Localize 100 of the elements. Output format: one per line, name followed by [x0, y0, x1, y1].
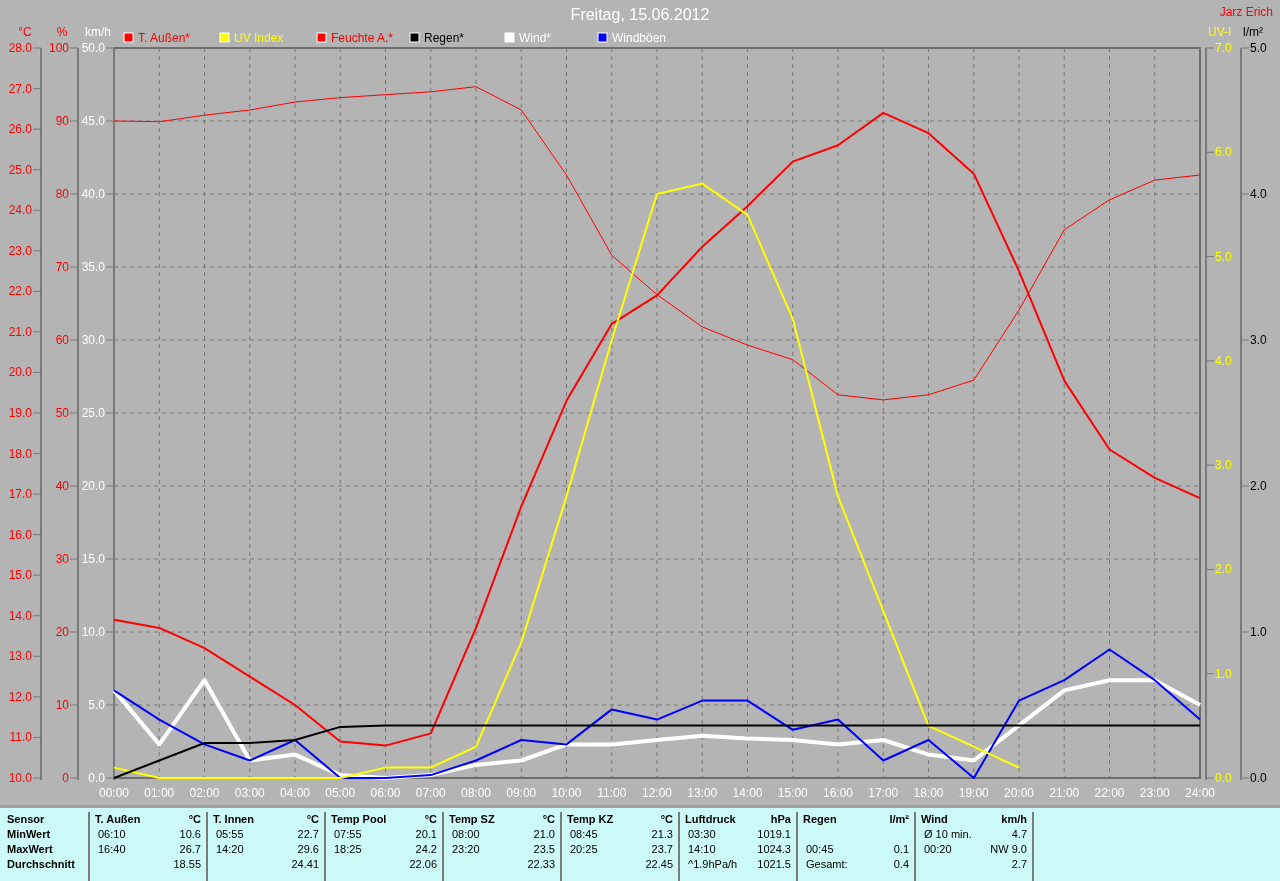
unit-label: °C	[188, 812, 201, 827]
row-label: Durchschnitt	[7, 857, 75, 872]
x-axis-label: 14:00	[732, 786, 763, 800]
row-label: MaxWert	[7, 842, 53, 857]
table-cell: 22.7	[297, 827, 319, 842]
table-cell: 18.55	[173, 857, 201, 872]
unit-label: °C	[306, 812, 319, 827]
axis-unit-label: km/h	[85, 25, 111, 39]
chart-title: Freitag, 15.06.2012	[570, 6, 710, 23]
unit-label: °C	[424, 812, 437, 827]
table-cell-text: 16:40	[97, 842, 126, 857]
axis-tick-label: 0.0	[1250, 771, 1267, 785]
axis-tick-label: 11.0	[9, 730, 32, 745]
axis-tick-label: 35.0	[81, 260, 105, 274]
axis-tick-label: 1.0	[1215, 666, 1232, 681]
table-cell: 22.06	[409, 857, 437, 872]
unit-label: l/m²	[889, 812, 909, 827]
axis-tick-label: 20.0	[81, 479, 105, 493]
author-name: Jarz Erich	[1219, 5, 1273, 19]
axis-unit-label: °C	[18, 25, 32, 39]
table-cell: 24.2	[415, 842, 437, 857]
x-axis-label: 01:00	[144, 786, 175, 800]
table-cell: 21.0	[533, 827, 555, 842]
column-header: Temp Pool	[331, 812, 387, 827]
table-cell: 1024.3	[757, 842, 791, 857]
table-cell-text: 23:20	[451, 842, 480, 857]
table-cell-text: 06:10	[97, 827, 126, 842]
axis-tick-label: 14.0	[8, 608, 32, 623]
legend-label: Regen*	[424, 31, 465, 45]
table-cell: 23.5	[533, 842, 555, 857]
axis-tick-label: 20	[55, 625, 69, 639]
x-axis-label: 06:00	[370, 786, 401, 800]
axis-tick-label: 21.0	[8, 324, 32, 339]
table-cell: 23.7	[651, 842, 673, 857]
axis-tick-label: 18.0	[8, 446, 32, 461]
legend-label: Windböen	[612, 31, 667, 45]
axis-tick-label: 10	[55, 698, 69, 712]
table-cell-text: 05:55	[215, 827, 244, 842]
axis-tick-label: 15.0	[8, 568, 32, 583]
table-cell-text: 14:10	[687, 842, 716, 857]
axis-tick-label: 20.0	[8, 365, 32, 380]
column-header: T. Innen	[213, 812, 254, 827]
legend-label: T. Außen*	[138, 31, 191, 45]
table-cell-text: Gesamt:	[805, 857, 848, 872]
table-cell-text: 00:45	[805, 842, 834, 857]
table-cell-text: 00:20	[923, 842, 952, 857]
axis-tick-label: 2.0	[1215, 562, 1232, 577]
table-cell: 24.41	[291, 857, 319, 872]
axis-tick-label: 40.0	[81, 187, 105, 201]
axis-tick-label: 40	[55, 479, 69, 493]
axis-tick-label: 10.0	[8, 771, 32, 785]
table-cell: 26.7	[179, 842, 201, 857]
column-header: Temp KZ	[567, 812, 614, 827]
axis-tick-label: 3.0	[1215, 458, 1232, 473]
axis-tick-label: 19.0	[8, 406, 32, 420]
x-axis-label: 16:00	[823, 786, 853, 800]
table-cell: NW 9.0	[990, 842, 1027, 857]
axis-unit-label: %	[56, 25, 68, 39]
axis-tick-label: 30	[55, 552, 69, 566]
x-axis-label: 02:00	[189, 786, 220, 800]
x-axis-label: 18:00	[913, 786, 944, 800]
x-axis-label: 00:00	[99, 786, 129, 800]
legend-label: UV Index	[234, 31, 284, 45]
axis-tick-label: 80	[55, 187, 69, 201]
table-cell: 20.1	[415, 827, 437, 842]
table-cell-text: 08:45	[569, 827, 598, 842]
axis-unit-label: l/m²	[1243, 25, 1263, 39]
x-axis-label: 20:00	[1004, 786, 1034, 800]
table-cell-text: ^1.9hPa/h	[687, 857, 738, 872]
axis-tick-label: 15.0	[81, 552, 105, 566]
axis-tick-label: 0.0	[88, 771, 105, 785]
axis-tick-label: 12.0	[8, 689, 32, 704]
axis-tick-label: 5.0	[1250, 41, 1267, 55]
table-cell: 21.3	[651, 827, 673, 842]
axis-tick-label: 1.0	[1250, 625, 1267, 639]
x-axis-label: 19:00	[958, 786, 989, 800]
table-cell-text: 20:25	[569, 842, 598, 857]
x-axis-label: 17:00	[868, 786, 899, 800]
axis-tick-label: 2.0	[1250, 479, 1267, 493]
axis-tick-label: 5.0	[1215, 249, 1232, 264]
x-axis-label: 15:00	[777, 786, 808, 800]
x-axis-label: 23:00	[1139, 786, 1170, 800]
x-axis-label: 13:00	[687, 786, 718, 800]
x-axis-label: 21:00	[1049, 786, 1080, 800]
table-cell: 0.1	[893, 842, 909, 857]
x-axis-label: 03:00	[234, 786, 265, 800]
axis-tick-label: 28.0	[8, 41, 32, 55]
axis-tick-label: 45.0	[81, 114, 105, 128]
axis-tick-label: 24.0	[8, 203, 32, 218]
axis-tick-label: 0	[62, 771, 69, 785]
axis-unit-label: UV-I	[1208, 25, 1232, 39]
axis-tick-label: 50	[55, 406, 69, 420]
axis-tick-label: 7.0	[1215, 41, 1232, 55]
table-cell-text: Ø 10 min.	[923, 827, 972, 842]
x-axis-label: 12:00	[642, 786, 672, 800]
x-axis-label: 10:00	[551, 786, 582, 800]
column-header: Regen	[803, 812, 837, 827]
unit-label: hPa	[770, 812, 791, 827]
x-axis-label: 05:00	[325, 786, 356, 800]
x-axis-label: 11:00	[597, 786, 627, 800]
